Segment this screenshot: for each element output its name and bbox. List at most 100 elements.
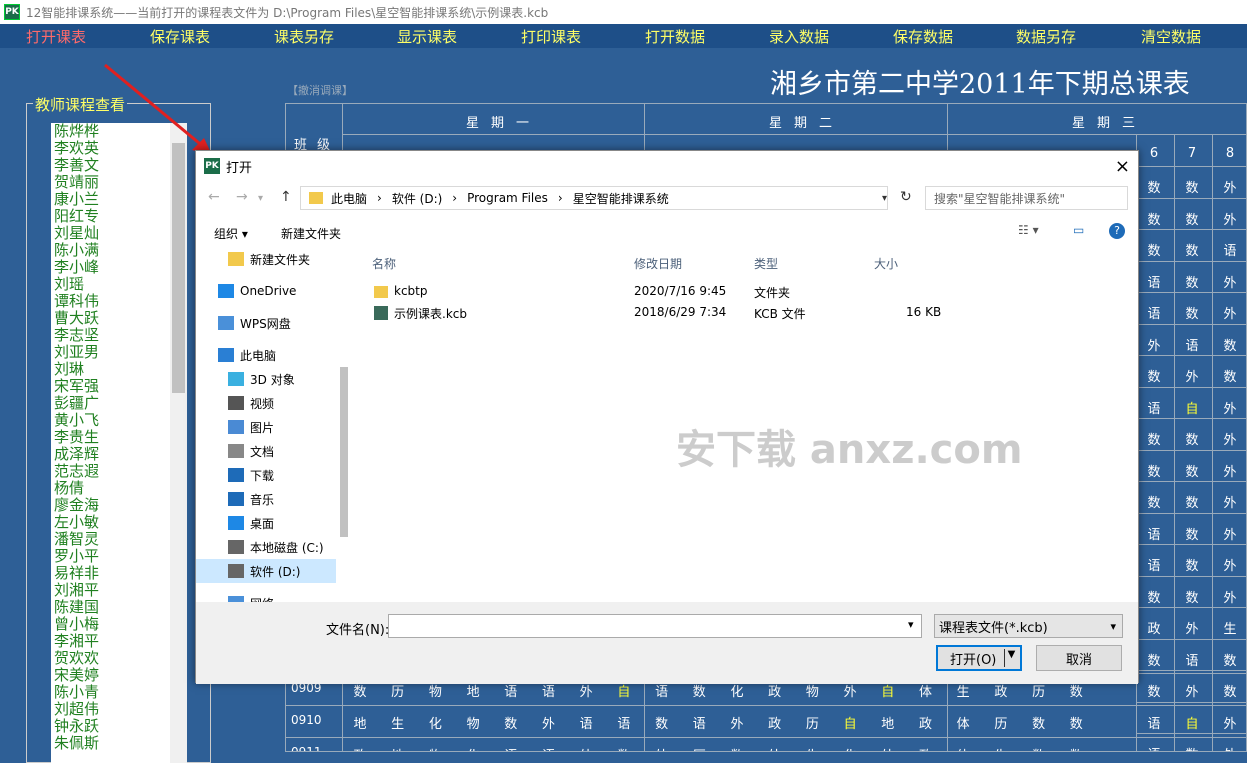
teacher-item[interactable]: 宋军强 [51,378,187,395]
organize-button[interactable]: 组织 ▾ [214,225,248,242]
teacher-item[interactable]: 左小敏 [51,514,187,531]
schedule-cell[interactable]: 语 [1214,240,1246,259]
file-row[interactable]: kcbtp 2020/7/16 9:45 文件夹 [372,284,972,304]
teacher-item[interactable]: 黄小飞 [51,412,187,429]
schedule-cell[interactable]: 外 [1214,492,1246,511]
schedule-cell[interactable]: 数 [1176,429,1208,448]
schedule-cell[interactable]: 语 [570,713,602,732]
schedule-cell[interactable]: 外 [1214,272,1246,291]
schedule-cell[interactable]: 历 [796,713,828,732]
schedule-cell[interactable]: 数 [1176,461,1208,480]
teacher-item[interactable]: 陈建国 [51,599,187,616]
filetype-select[interactable]: 课程表文件(*.kcb) ▾ [934,614,1123,638]
schedule-cell[interactable]: 生 [985,745,1017,751]
column-date[interactable]: 修改日期 [634,255,682,272]
chevron-down-icon[interactable]: ▾ [258,193,263,204]
schedule-cell[interactable]: 数 [1060,745,1092,751]
schedule-cell[interactable]: 语 [1138,713,1170,732]
teacher-item[interactable]: 陈小满 [51,242,187,259]
schedule-cell[interactable]: 数 [1176,524,1208,543]
schedule-cell[interactable]: 语 [1176,650,1208,669]
menu-item-1[interactable]: 保存课表 [150,26,210,47]
teacher-item[interactable]: 阳红专 [51,208,187,225]
open-button[interactable]: 打开(O) ▼ [936,645,1022,671]
schedule-cell[interactable]: 数 [646,713,678,732]
schedule-cell[interactable]: 生 [1214,618,1246,637]
teacher-item[interactable]: 李小峰 [51,259,187,276]
schedule-cell[interactable]: 数 [1138,240,1170,259]
teacher-item[interactable]: 杨倩 [51,480,187,497]
filename-input[interactable] [388,614,922,638]
scroll-thumb[interactable] [172,143,185,393]
schedule-cell[interactable]: 数 [1138,492,1170,511]
help-icon[interactable]: ? [1109,223,1125,239]
teacher-item[interactable]: 范志遐 [51,463,187,480]
nav-item[interactable]: 网络 [196,591,336,602]
schedule-cell[interactable]: 外 [759,745,791,751]
menu-item-7[interactable]: 保存数据 [893,26,953,47]
teacher-item[interactable]: 朱佩斯 [51,735,187,752]
schedule-cell[interactable]: 数 [1176,240,1208,259]
schedule-cell[interactable]: 语 [533,745,565,751]
chevron-down-icon[interactable]: ▾ [882,193,887,204]
teacher-item[interactable]: 李贵生 [51,429,187,446]
schedule-cell[interactable]: 数 [1138,587,1170,606]
teacher-item[interactable]: 彭疆广 [51,395,187,412]
schedule-cell[interactable]: 化 [834,745,866,751]
schedule-cell[interactable]: 数 [1138,429,1170,448]
schedule-cell[interactable]: 语 [608,713,640,732]
breadcrumb-1[interactable]: 软件 (D:) [392,190,442,207]
nav-item[interactable]: OneDrive [196,279,336,303]
schedule-cell[interactable]: 生 [382,713,414,732]
nav-item[interactable]: 音乐 [196,487,336,511]
open-dropdown-icon[interactable]: ▼ [1004,649,1018,667]
nav-item[interactable]: WPS网盘 [196,311,336,335]
schedule-cell[interactable]: 数 [495,713,527,732]
schedule-cell[interactable]: 数 [1214,681,1246,700]
menu-item-0[interactable]: 打开课表 [26,26,86,47]
breadcrumb-0[interactable]: 此电脑 [331,190,367,207]
schedule-cell[interactable]: 地 [382,745,414,751]
nav-item[interactable]: 本地磁盘 (C:) [196,535,336,559]
schedule-cell[interactable]: 历 [683,745,715,751]
breadcrumb-3[interactable]: 星空智能排课系统 [573,190,669,207]
schedule-cell[interactable]: 数 [1214,366,1246,385]
teacher-item[interactable]: 刘超伟 [51,701,187,718]
schedule-cell[interactable]: 数 [1138,461,1170,480]
schedule-cell[interactable]: 自 [1176,398,1208,417]
schedule-cell[interactable]: 数 [608,745,640,751]
teacher-item[interactable]: 罗小平 [51,548,187,565]
schedule-cell[interactable]: 数 [1214,650,1246,669]
schedule-cell[interactable]: 外 [1214,209,1246,228]
menu-item-3[interactable]: 显示课表 [397,26,457,47]
file-row[interactable]: 示例课表.kcb 2018/6/29 7:34 KCB 文件 16 KB [372,305,972,325]
teacher-item[interactable]: 潘智灵 [51,531,187,548]
chevron-down-icon[interactable]: ▾ [908,618,914,631]
schedule-cell[interactable]: 数 [1138,177,1170,196]
schedule-cell[interactable]: 外 [1214,744,1246,751]
column-size[interactable]: 大小 [874,255,898,272]
schedule-cell[interactable]: 外 [1138,335,1170,354]
schedule-cell[interactable]: 数 [1138,366,1170,385]
schedule-cell[interactable]: 数 [1176,272,1208,291]
schedule-cell[interactable]: 外 [1214,555,1246,574]
nav-item[interactable]: 桌面 [196,511,336,535]
cancel-button[interactable]: 取消 [1036,645,1122,671]
schedule-cell[interactable]: 数 [1176,555,1208,574]
schedule-cell[interactable]: 外 [1176,366,1208,385]
schedule-cell[interactable]: 数 [1138,209,1170,228]
schedule-cell[interactable]: 语 [1138,398,1170,417]
schedule-cell[interactable]: 体 [947,713,979,732]
schedule-cell[interactable]: 语 [1176,335,1208,354]
teacher-item[interactable]: 李志坚 [51,327,187,344]
schedule-cell[interactable]: 化 [419,713,451,732]
teacher-item[interactable]: 贺欢欢 [51,650,187,667]
teacher-item[interactable]: 曾小梅 [51,616,187,633]
teacher-item[interactable]: 钟永跃 [51,718,187,735]
schedule-cell[interactable]: 语 [1138,272,1170,291]
teacher-item[interactable]: 李湘平 [51,633,187,650]
teacher-item[interactable]: 刘琳 [51,361,187,378]
schedule-cell[interactable]: 外 [1214,713,1246,732]
back-arrow-icon[interactable]: ← [208,189,220,205]
schedule-cell[interactable]: 物 [419,745,451,751]
